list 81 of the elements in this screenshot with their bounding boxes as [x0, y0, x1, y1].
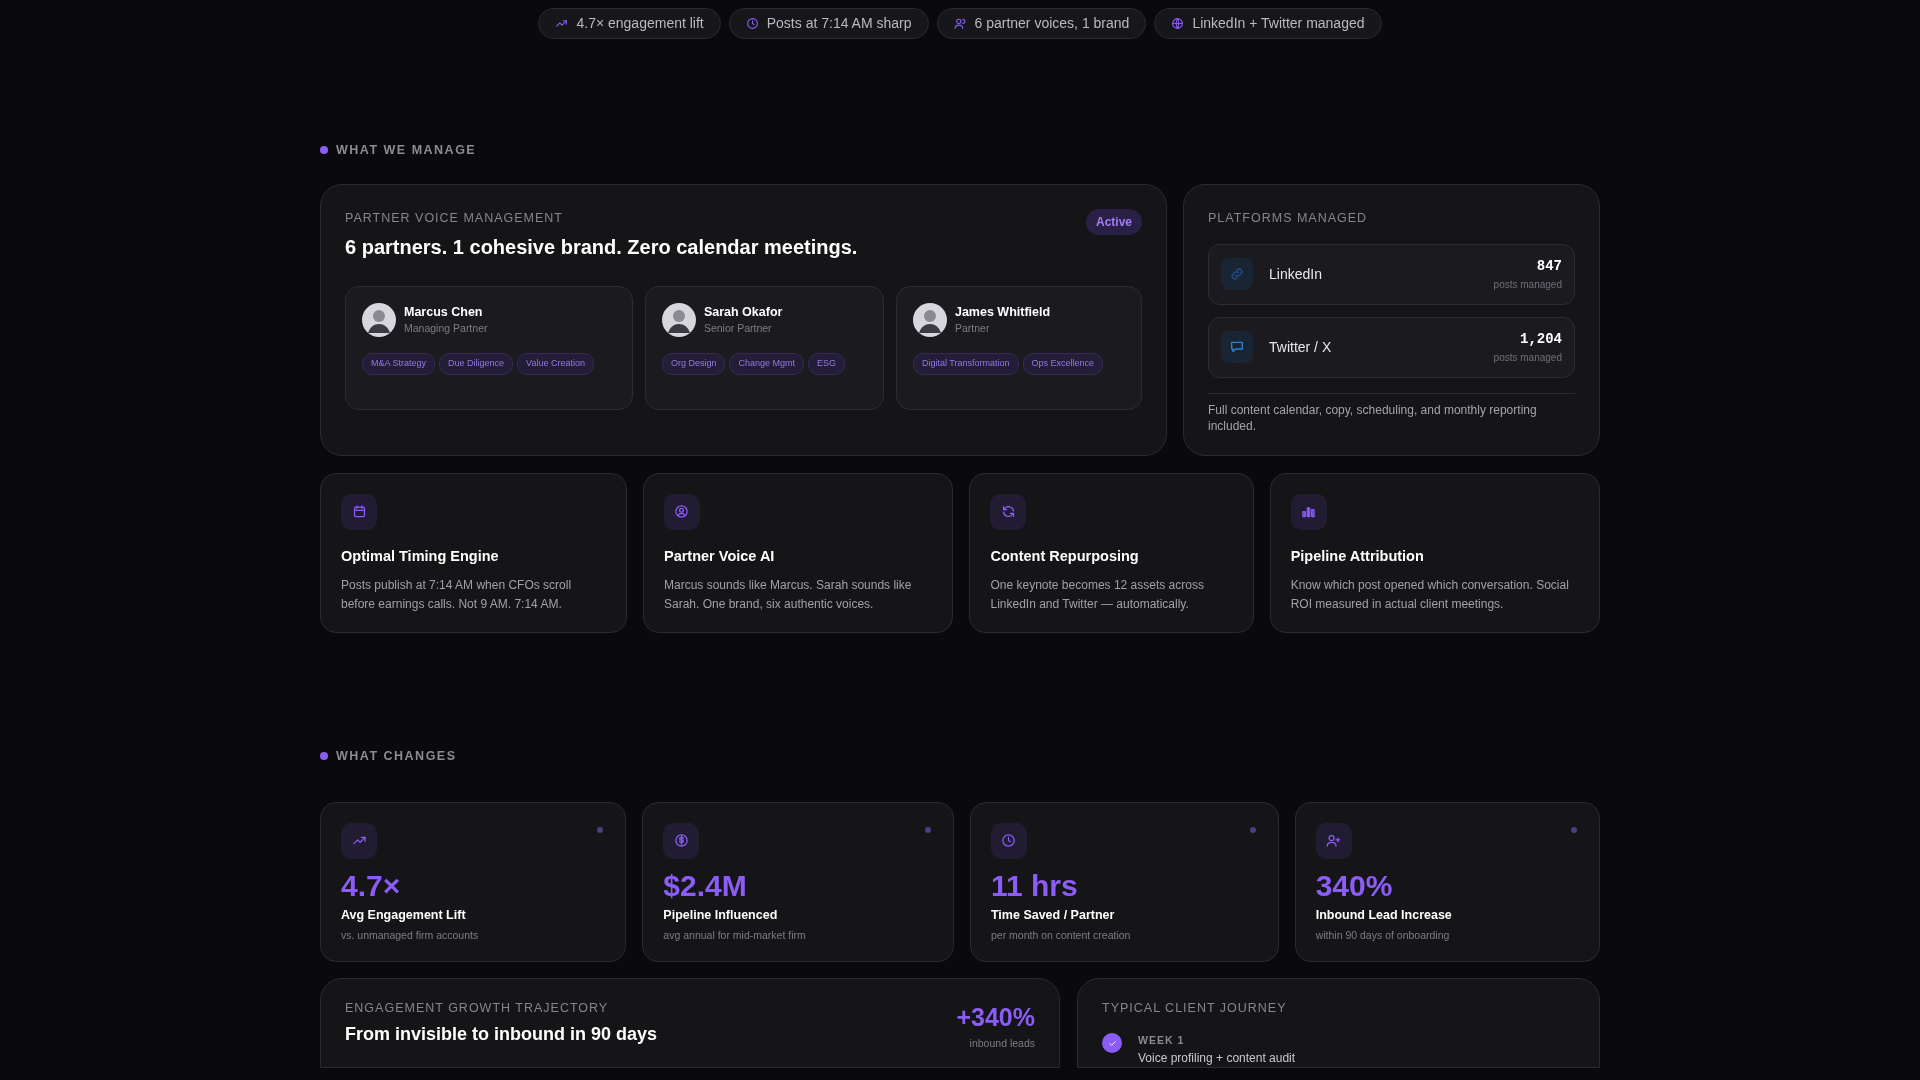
panel-eyebrow: PARTNER VOICE MANAGEMENT: [345, 209, 564, 227]
feature-text: Marcus sounds like Marcus. Sarah sounds like Sarah. One brand, six authentic voices.: [664, 576, 913, 614]
panel-eyebrow: PLATFORMS MANAGED: [1208, 209, 1369, 227]
section-label: WHAT CHANGES: [336, 747, 457, 765]
post-count: 1,204: [1519, 330, 1562, 349]
avatar: [661, 302, 696, 337]
stat-title: Inbound Lead Increase: [1315, 906, 1453, 924]
platform-name: Twitter / X: [1269, 337, 1333, 357]
panel-eyebrow: ENGAGEMENT GROWTH TRAJECTORY: [345, 999, 610, 1017]
growth-figure: +340%: [956, 1001, 1035, 1033]
platforms-note: Full content calendar, copy, scheduling, and monthly reporting included.: [1208, 401, 1538, 434]
stat-value: 11 hrs: [990, 868, 1079, 902]
feature-text: Posts publish at 7:14 AM when CFOs scroll before earnings calls. Not 9 AM. 7:14 AM.: [341, 576, 573, 614]
avatar: [362, 302, 396, 337]
partner-name: Sarah Okafor: [703, 303, 783, 321]
feature-icon: [990, 493, 1027, 530]
status-badge: Active: [1085, 208, 1142, 235]
feature-title: Pipeline Attribution: [1290, 546, 1425, 566]
partner-name: James Whitfield: [954, 303, 1051, 321]
hero-chip: LinkedIn + Twitter managed: [1154, 8, 1382, 39]
expertise-tag: M&A Strategy: [362, 353, 436, 375]
avatar: [912, 302, 947, 337]
bullet-dot: [320, 146, 328, 155]
indicator-dot: [1249, 826, 1256, 833]
figure-caption: inbound leads: [968, 1036, 1035, 1051]
expertise-tag: Change Mgmt: [729, 353, 804, 375]
stat-icon: [1315, 822, 1352, 859]
expertise-tag: Ops Excellence: [1022, 353, 1104, 375]
stat-caption: vs. unmanaged firm accounts: [341, 928, 480, 944]
section-label: WHAT WE MANAGE: [336, 142, 477, 159]
clock-icon: [745, 17, 759, 30]
stat-caption: per month on content creation: [990, 928, 1132, 944]
trend-icon: [555, 17, 569, 30]
stat-icon: [663, 822, 700, 859]
panel-title: 6 partners. 1 cohesive brand. Zero calendar meetings.: [345, 234, 858, 260]
hero-chip: Posts at 7:14 AM sharp: [728, 8, 929, 39]
expertise-tag: Due Diligence: [439, 353, 514, 375]
count-caption: posts managed: [1493, 278, 1562, 292]
platform-icon: [1221, 331, 1253, 363]
feature-title: Optimal Timing Engine: [341, 546, 500, 566]
partner-name: Marcus Chen: [404, 303, 484, 321]
stat-value: 340%: [1315, 868, 1394, 902]
feature-icon: [664, 493, 700, 530]
count-caption: posts managed: [1493, 351, 1562, 365]
expertise-tag: ESG: [807, 353, 845, 375]
indicator-dot: [1571, 826, 1577, 833]
platform-name: LinkedIn: [1269, 264, 1323, 284]
expertise-tag: Digital Transformation: [912, 353, 1019, 375]
partner-role: Managing Partner: [404, 321, 488, 337]
globe-icon: [1171, 17, 1185, 30]
stat-value: $2.4M: [663, 868, 748, 902]
step-text: Voice profiling + content audit: [1138, 1050, 1296, 1067]
users-icon: [953, 17, 967, 30]
bullet-dot: [320, 752, 328, 761]
hero-chip: 6 partner voices, 1 brand: [936, 8, 1147, 39]
partner-role: Partner: [954, 321, 991, 337]
post-count: 847: [1535, 257, 1562, 276]
stat-icon: [990, 822, 1027, 859]
hero-chip: 4.7× engagement lift: [538, 8, 721, 39]
feature-icon: [1290, 493, 1327, 530]
stat-value: 4.7×: [341, 868, 402, 902]
stat-icon: [341, 822, 377, 859]
step-week: WEEK 1: [1138, 1033, 1186, 1049]
feature-title: Content Repurposing: [990, 546, 1140, 566]
expertise-tag: Org Design: [661, 353, 726, 375]
panel-title: From invisible to inbound in 90 days: [345, 1023, 658, 1047]
stat-caption: within 90 days of onboarding: [1315, 928, 1451, 944]
expertise-tag: Value Creation: [517, 353, 594, 375]
feature-text: Know which post opened which conversation. Social ROI measured in actual client meetings.: [1290, 576, 1570, 614]
stat-title: Avg Engagement Lift: [341, 906, 467, 924]
stat-title: Time Saved / Partner: [990, 906, 1116, 924]
partner-role: Senior Partner: [703, 321, 773, 337]
platform-icon: [1221, 258, 1253, 290]
stat-caption: avg annual for mid-market firm: [663, 928, 807, 944]
feature-title: Partner Voice AI: [664, 546, 776, 566]
feature-icon: [341, 493, 377, 530]
indicator-dot: [597, 826, 604, 833]
stat-title: Pipeline Influenced: [663, 906, 779, 924]
indicator-dot: [924, 826, 931, 833]
feature-text: One keynote becomes 12 assets across LinkedIn and Twitter — automatically.: [990, 576, 1205, 614]
panel-eyebrow: TYPICAL CLIENT JOURNEY: [1102, 999, 1288, 1017]
